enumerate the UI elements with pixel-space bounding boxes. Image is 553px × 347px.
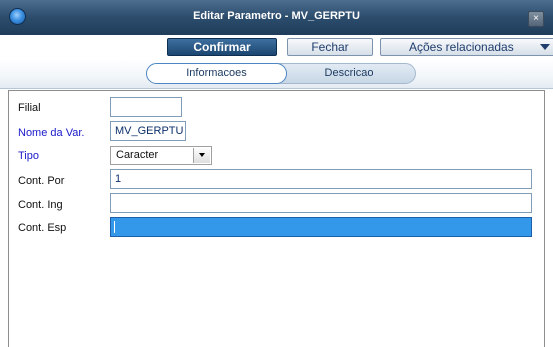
- related-actions-button[interactable]: Ações relacionadas: [380, 38, 553, 56]
- chevron-down-icon[interactable]: [540, 44, 550, 50]
- text-caret: [114, 221, 115, 233]
- cont-esp-label: Cont. Esp: [18, 222, 67, 234]
- filial-label: Filial: [18, 102, 41, 114]
- cont-ing-field[interactable]: [110, 193, 532, 213]
- tab-descricao[interactable]: Descricao: [276, 63, 416, 84]
- tipo-label: Tipo: [18, 150, 39, 162]
- tab-informacoes[interactable]: Informacoes: [146, 63, 287, 84]
- tipo-selected-value: Caracter: [116, 149, 159, 161]
- cont-por-label: Cont. Por: [18, 175, 65, 187]
- tipo-dropdown-button[interactable]: [193, 148, 210, 163]
- close-icon[interactable]: ×: [528, 11, 544, 27]
- filial-field[interactable]: [110, 97, 182, 117]
- confirm-button[interactable]: Confirmar: [167, 38, 277, 56]
- nome-var-label: Nome da Var.: [18, 127, 85, 139]
- window-title: Editar Parametro - MV_GERPTU: [193, 10, 360, 22]
- toolbar: Confirmar Fechar Ações relacionadas: [0, 35, 553, 59]
- tipo-select[interactable]: Caracter: [110, 146, 212, 165]
- chevron-down-icon: [199, 153, 205, 157]
- cont-ing-label: Cont. Ing: [18, 199, 63, 211]
- nome-var-field[interactable]: MV_GERPTU: [110, 121, 186, 141]
- cont-esp-field[interactable]: [110, 217, 532, 237]
- close-button[interactable]: Fechar: [287, 38, 373, 56]
- cont-por-field[interactable]: 1: [110, 169, 532, 189]
- title-bar: Editar Parametro - MV_GERPTU ×: [0, 0, 553, 35]
